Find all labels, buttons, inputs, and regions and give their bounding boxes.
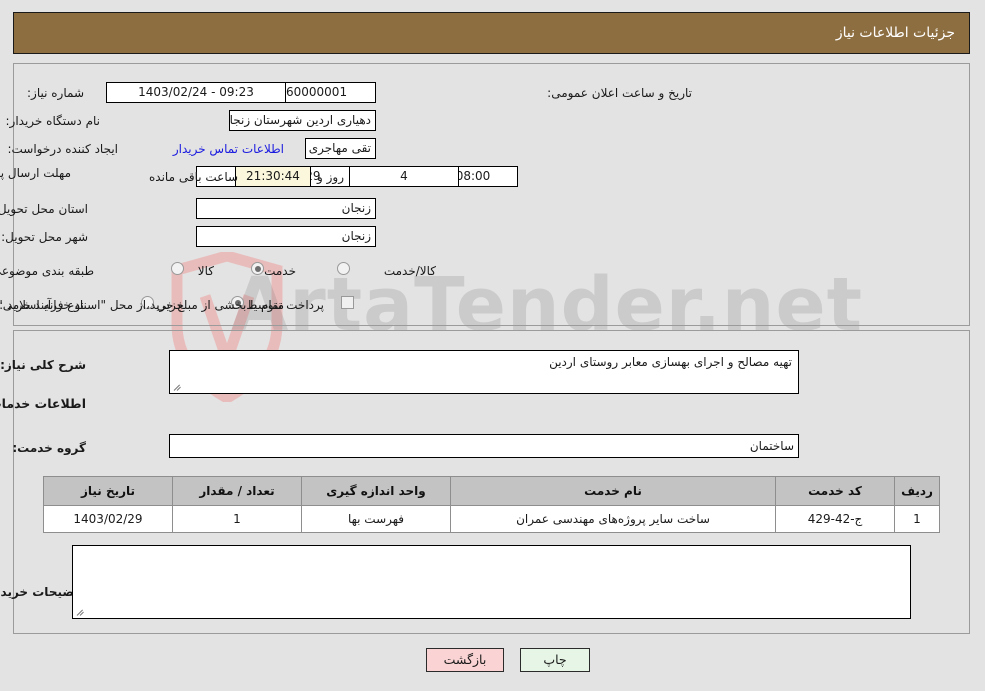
page-title: جزئیات اطلاعات نیاز [836,25,956,41]
col-index: ردیف [895,476,941,506]
cell-need-date: 1403/02/29 [44,505,174,533]
col-code: کد خدمت [776,476,896,506]
need-description-label: شرح کلی نیاز: [1,358,87,372]
city-label: شهر محل تحویل: [2,230,89,244]
need-description-value: تهیه مصالح و اجرای بهسازی معابر روستای ا… [550,355,793,369]
category-label-kala: کالا [198,264,215,278]
service-group-label: گروه خدمت: [13,441,87,455]
print-button[interactable]: چاپ [521,648,591,672]
col-name: نام خدمت [451,476,777,506]
days-remaining-value: 4 [350,166,460,187]
need-description-textarea[interactable]: تهیه مصالح و اجرای بهسازی معابر روستای ا… [170,350,800,394]
category-radio-kala[interactable] [172,262,185,275]
category-label-khedmat: خدمت [265,264,297,278]
days-word-label: روز و [318,170,345,184]
cell-unit: فهرست بها [302,505,452,533]
service-group-value: ساختمان [170,434,800,458]
col-need-date: تاریخ نیاز [44,476,174,506]
service-items-table: ردیف کد خدمت نام خدمت واحد اندازه گیری ت… [44,476,941,533]
cell-code: ج-42-429 [776,505,896,533]
buyer-org-value: دهیاری اردین شهرستان زنجان [230,110,377,131]
page-title-bar: جزئیات اطلاعات نیاز [14,12,971,54]
public-announce-value: 09:23 - 1403/02/24 [107,82,287,103]
category-label: طبقه بندی موضوعی: [0,264,95,278]
remaining-suffix-label: ساعت باقی مانده [150,170,240,184]
province-value: زنجان [197,198,377,219]
cell-name: ساخت سایر پروژه‌های مهندسی عمران [451,505,777,533]
buyer-org-label: نام دستگاه خریدار: [6,114,102,128]
creator-label: ایجاد کننده درخواست: [8,142,119,156]
category-radio-khedmat[interactable] [252,262,265,275]
table-header-row: ردیف کد خدمت نام خدمت واحد اندازه گیری ت… [44,476,941,506]
table-row: 1 ج-42-429 ساخت سایر پروژه‌های مهندسی عم… [44,505,941,533]
need-number-label: شماره نیاز: [28,86,85,100]
treasury-documents-checkbox[interactable] [342,296,355,309]
creator-value: تقی مهاجری دهیاری اردین دهیاری اردین شهر… [306,138,377,159]
back-button[interactable]: بازگشت [427,648,505,672]
province-label: استان محل تحویل: [0,202,89,216]
cell-index: 1 [895,505,941,533]
resize-grip-icon[interactable] [77,607,87,617]
buyer-contact-link[interactable]: اطلاعات تماس خریدار [174,142,285,156]
deadline-label: مهلت ارسال پاسخ: تا تاریخ: [0,166,72,180]
col-unit: واحد اندازه گیری [302,476,452,506]
col-quantity: تعداد / مقدار [173,476,303,506]
treasury-note-text: پرداخت تمام یا بخشی از مبلغ خرید،از محل … [0,298,325,312]
cell-quantity: 1 [173,505,303,533]
services-section-title: اطلاعات خدمات مورد نیاز [0,396,87,411]
city-value: زنجان [197,226,377,247]
public-announce-label: تاریخ و ساعت اعلان عمومی: [548,86,693,100]
category-label-kala-khedmat: کالا/خدمت [384,264,437,278]
category-radio-kala-khedmat[interactable] [338,262,351,275]
resize-grip-icon[interactable] [174,382,184,392]
time-remaining-value: 21:30:44 [236,166,312,187]
buyer-notes-textarea[interactable] [73,545,912,619]
